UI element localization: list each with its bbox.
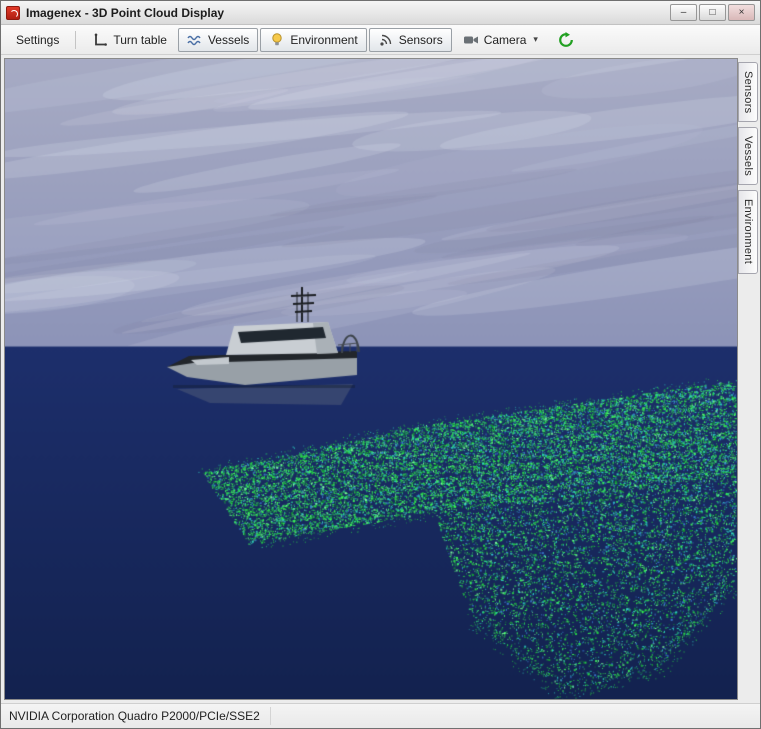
main-area: Sensors Vessels Environment	[1, 55, 760, 703]
app-icon	[6, 6, 20, 20]
environment-button-label: Environment	[290, 33, 357, 47]
vessels-button[interactable]: Vessels	[178, 28, 258, 52]
app-window: Imagenex - 3D Point Cloud Display – □ × …	[0, 0, 761, 729]
sensors-button-label: Sensors	[399, 33, 443, 47]
window-title: Imagenex - 3D Point Cloud Display	[26, 6, 664, 20]
title-bar: Imagenex - 3D Point Cloud Display – □ ×	[1, 1, 760, 25]
tab-sensors[interactable]: Sensors	[738, 62, 758, 122]
window-controls: – □ ×	[670, 4, 755, 21]
turn-table-button[interactable]: Turn table	[83, 28, 176, 52]
3d-viewport	[4, 58, 738, 700]
camera-button-label: Camera	[484, 33, 527, 47]
environment-button[interactable]: Environment	[260, 28, 366, 52]
tab-environment[interactable]: Environment	[738, 190, 758, 273]
turn-table-icon	[92, 32, 108, 48]
point-cloud-scene-canvas[interactable]	[5, 59, 737, 699]
toolbar-separator	[75, 31, 76, 49]
vessels-button-label: Vessels	[208, 33, 249, 47]
chevron-down-icon: ▾	[533, 34, 538, 45]
vessels-icon	[187, 32, 203, 48]
camera-button[interactable]: Camera ▾	[454, 28, 547, 52]
close-button[interactable]: ×	[728, 4, 755, 21]
gpu-info: NVIDIA Corporation Quadro P2000/PCIe/SSE…	[9, 707, 271, 725]
refresh-button[interactable]	[549, 28, 583, 52]
turn-table-button-label: Turn table	[113, 33, 167, 47]
sensors-button[interactable]: Sensors	[369, 28, 452, 52]
settings-button-label: Settings	[16, 33, 59, 47]
toolbar: Settings Turn table Vessels Environment	[1, 25, 760, 55]
side-tab-strip: Sensors Vessels Environment	[738, 58, 760, 700]
minimize-button[interactable]: –	[670, 4, 697, 21]
refresh-icon	[558, 32, 574, 48]
sensors-icon	[378, 32, 394, 48]
tab-vessels[interactable]: Vessels	[738, 127, 758, 185]
settings-button[interactable]: Settings	[7, 29, 68, 51]
environment-icon	[269, 32, 285, 48]
status-bar: NVIDIA Corporation Quadro P2000/PCIe/SSE…	[1, 703, 760, 728]
camera-icon	[463, 32, 479, 48]
maximize-button[interactable]: □	[699, 4, 726, 21]
